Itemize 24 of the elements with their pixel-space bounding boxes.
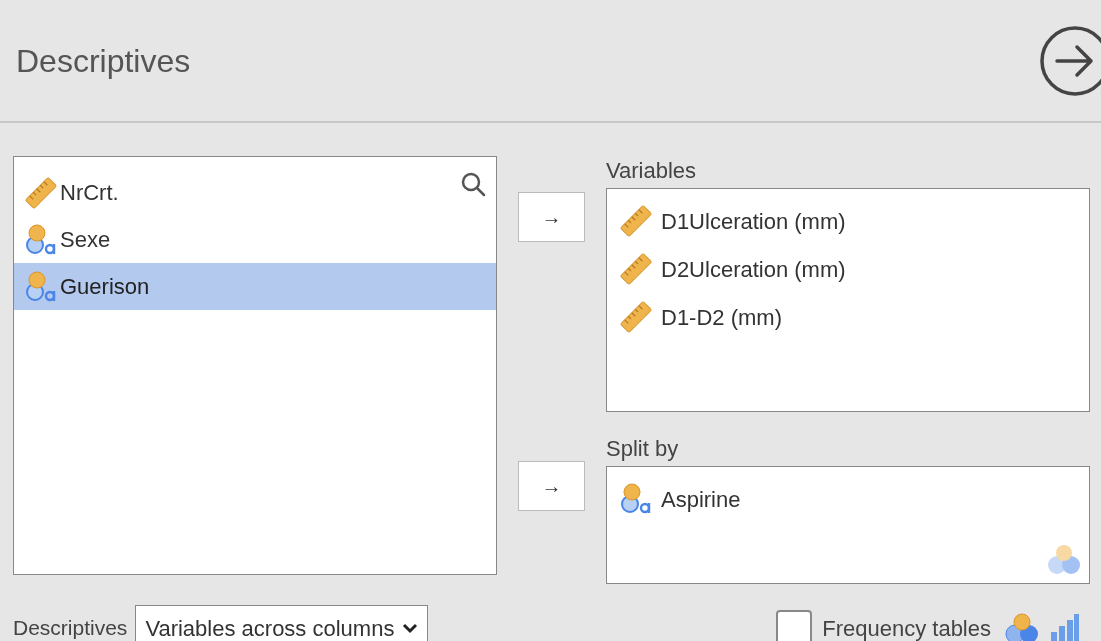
nominal-variable-icon (24, 222, 58, 257)
variable-list-item[interactable]: Guerison (14, 263, 496, 310)
layout-dropdown[interactable]: Variables across columns (135, 605, 429, 641)
target-list-item[interactable]: D1Ulceration (mm) (607, 197, 1089, 245)
target-label: Split by (606, 437, 680, 461)
panel-title: Descriptives (16, 41, 191, 81)
target-list-item[interactable]: D1-D2 (mm) (607, 293, 1089, 341)
move-button[interactable]: → (518, 461, 585, 511)
search-icon[interactable] (460, 171, 486, 197)
checkbox[interactable] (776, 610, 813, 641)
frequency-tables-label: Frequency tables (822, 614, 991, 641)
run-arrow-icon[interactable] (1039, 24, 1101, 97)
target-list-item[interactable]: Aspirine (607, 475, 1089, 523)
variable-list-item[interactable]: Sexe (14, 216, 496, 263)
layout-label: Descriptives (13, 615, 128, 641)
chevron-down-icon (402, 622, 419, 634)
nominal-variable-icon (1005, 612, 1039, 641)
target-list-item[interactable]: D2Ulceration (mm) (607, 245, 1089, 293)
nominal-variable-icon (619, 482, 653, 516)
move-button[interactable]: → (518, 192, 585, 242)
nominal-variable-icon (24, 269, 58, 304)
variable-list-item[interactable]: NrCrt. (14, 169, 496, 216)
target-label: Variables (606, 159, 698, 183)
bar-chart-icon (1051, 612, 1079, 641)
